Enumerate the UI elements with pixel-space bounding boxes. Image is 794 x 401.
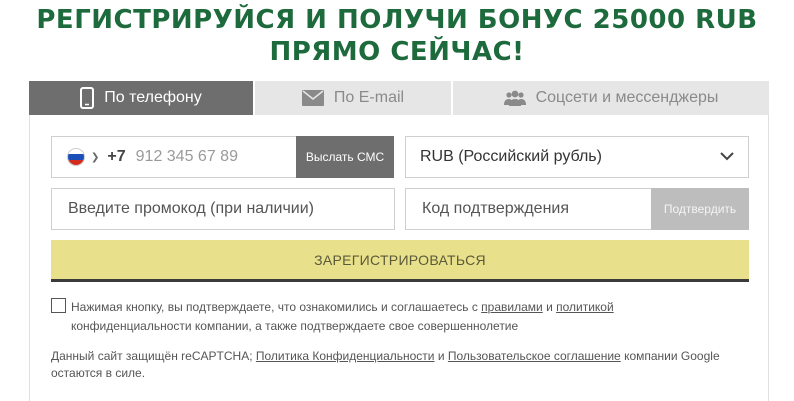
tab-by-email[interactable]: По E-mail bbox=[255, 81, 453, 115]
tab-social[interactable]: Соцсети и мессенджеры bbox=[453, 81, 769, 115]
russia-flag-icon[interactable] bbox=[67, 148, 85, 166]
recaptcha-notice: Данный сайт защищён reCAPTCHA; Политика … bbox=[51, 348, 761, 382]
agreement-and: и bbox=[542, 300, 557, 314]
smartphone-icon bbox=[80, 87, 95, 109]
terms-link[interactable]: Пользовательское соглашение bbox=[448, 349, 621, 363]
chevron-down-icon[interactable]: ❯ bbox=[91, 152, 99, 163]
tab-by-phone[interactable]: По телефону bbox=[29, 81, 255, 115]
promo-code-input[interactable]: Введите промокод (при наличии) bbox=[51, 188, 395, 230]
confirm-button[interactable]: Подтвердить bbox=[651, 188, 749, 230]
agreement-text-end: конфиденциальности компании, а также под… bbox=[71, 319, 519, 333]
users-icon bbox=[503, 90, 526, 106]
registration-form: ❯ +7 912 345 67 89 Выслать СМС RUB (Росс… bbox=[29, 115, 769, 401]
privacy-policy-link[interactable]: Политика Конфиденциальности bbox=[256, 349, 435, 363]
headline-line2: ПРЯМО СЕЙЧАС! bbox=[269, 37, 525, 67]
confirmation-code-input[interactable]: Код подтверждения bbox=[406, 200, 569, 218]
send-sms-button[interactable]: Выслать СМС bbox=[296, 136, 394, 178]
envelope-icon bbox=[301, 90, 324, 106]
headline-line1: РЕГИСТРИРУЙСЯ И ПОЛУЧИ БОНУС 25000 RUB bbox=[36, 5, 758, 35]
agreement-block: Нажимая кнопку, вы подтверждаете, что оз… bbox=[51, 298, 751, 336]
phone-input[interactable]: 912 345 67 89 bbox=[136, 148, 238, 166]
register-button[interactable]: ЗАРЕГИСТРИРОВАТЬСЯ bbox=[51, 240, 749, 282]
captcha-text-start: Данный сайт защищён reCAPTCHA; bbox=[51, 349, 256, 363]
agreement-text-start: Нажимая кнопку, вы подтверждаете, что оз… bbox=[71, 300, 482, 314]
registration-tabs: По телефону По E-mail Соцсети и мессендж… bbox=[29, 81, 769, 115]
agreement-text: Нажимая кнопку, вы подтверждаете, что оз… bbox=[51, 298, 751, 336]
confirmation-code-field[interactable]: Код подтверждения Подтвердить bbox=[405, 188, 749, 230]
agreement-checkbox[interactable] bbox=[51, 298, 66, 313]
captcha-and: и bbox=[434, 349, 448, 363]
rules-link[interactable]: правилами bbox=[481, 300, 543, 314]
page-headline: РЕГИСТРИРУЙСЯ И ПОЛУЧИ БОНУС 25000 RUB П… bbox=[0, 4, 794, 68]
currency-select[interactable]: RUB (Российский рубль) bbox=[405, 136, 749, 178]
phone-field[interactable]: ❯ +7 912 345 67 89 Выслать СМС bbox=[51, 136, 394, 178]
phone-prefix: +7 bbox=[107, 148, 126, 165]
tab-label: По телефону bbox=[104, 89, 202, 106]
policy-link[interactable]: политикой bbox=[556, 300, 614, 314]
tab-label: По E-mail bbox=[333, 89, 405, 106]
tab-label: Соцсети и мессенджеры bbox=[535, 89, 719, 106]
currency-value: RUB (Российский рубль) bbox=[420, 148, 602, 165]
promo-placeholder: Введите промокод (при наличии) bbox=[68, 200, 314, 217]
chevron-down-icon bbox=[720, 148, 734, 166]
